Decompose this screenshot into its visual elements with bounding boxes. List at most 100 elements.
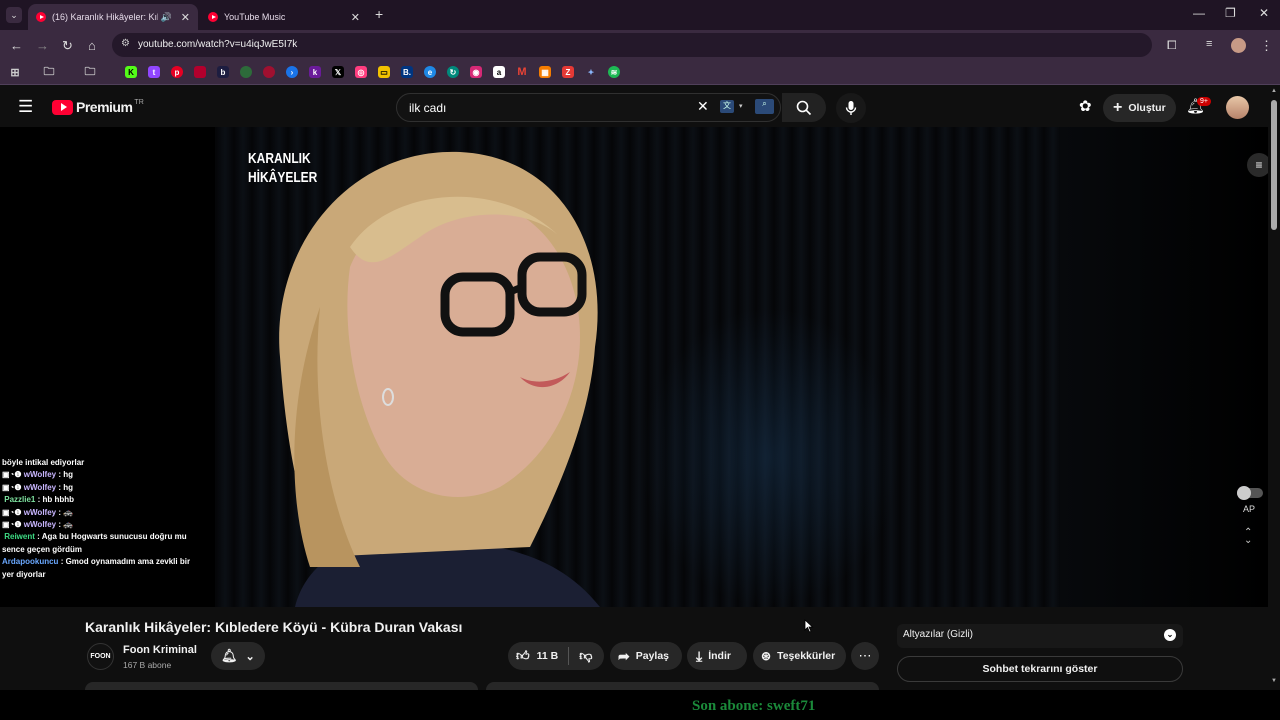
video-player[interactable]: KARANLIK HİKÂYELER böyle intikal ediyorl… xyxy=(0,127,1268,607)
download-icon: ⤓ xyxy=(696,647,703,664)
channel-avatar[interactable]: FOON xyxy=(87,643,114,670)
reload-icon[interactable]: ↻ xyxy=(62,38,73,54)
extensions-icon[interactable]: ⧠ xyxy=(1167,38,1177,53)
tab-youtube-video[interactable]: (16) Karanlık Hikâyeler: Kıbled 🔊 ✕ xyxy=(28,4,198,30)
back-icon[interactable]: ← xyxy=(10,38,23,53)
audio-playing-icon[interactable]: 🔊 xyxy=(161,12,172,23)
chapters-menu-button[interactable]: ≡ xyxy=(1247,153,1268,177)
crimson-bookmark-icon[interactable] xyxy=(263,66,275,78)
voice-search-button[interactable] xyxy=(836,93,866,123)
chat-replay-label: Sohbet tekrarını göster xyxy=(982,663,1098,675)
youtube-create-sparkle-icon[interactable]: ✿ xyxy=(1079,97,1092,115)
scroll-down-icon[interactable]: ▼ xyxy=(1271,678,1277,684)
gmail-bookmark-icon[interactable]: M xyxy=(516,66,528,78)
scroll-thumb[interactable] xyxy=(1271,100,1277,230)
clear-search-icon[interactable]: ✕ xyxy=(697,98,709,115)
channel-name[interactable]: Foon Kriminal xyxy=(123,644,197,656)
window-close-icon[interactable]: ✕ xyxy=(1259,6,1269,20)
bookmark-folder-icon[interactable]: 🗀 xyxy=(43,66,55,78)
search-button[interactable] xyxy=(782,93,826,122)
tab-close-icon[interactable]: ✕ xyxy=(181,11,190,24)
autoplay-label: AP xyxy=(1243,504,1256,514)
forward-icon[interactable]: → xyxy=(36,38,49,53)
tab-search-button[interactable]: ⌄ xyxy=(6,7,22,23)
dislike-button[interactable]: 👎︎ xyxy=(569,648,592,664)
green-bookmark-icon[interactable] xyxy=(240,66,252,78)
home-icon[interactable]: ⌂ xyxy=(88,38,96,53)
x-bookmark-icon[interactable]: 𝕏 xyxy=(332,66,344,78)
apps-grid-icon[interactable]: ⊞ xyxy=(9,66,21,79)
profile-avatar[interactable] xyxy=(1231,38,1246,53)
chat-message: böyle intikal ediyorlar xyxy=(2,458,85,467)
account-avatar[interactable] xyxy=(1226,96,1249,119)
plus-icon: + xyxy=(1113,99,1123,116)
pinterest-bookmark-icon[interactable]: p xyxy=(171,66,183,78)
thumbs-up-icon: 👍︎ xyxy=(516,648,530,663)
chat-message: ▣◔❶ wWolfey : hg xyxy=(2,470,74,480)
bookmark-folder-icon[interactable]: 🗀 xyxy=(84,66,96,78)
autoplay-toggle[interactable] xyxy=(1237,486,1263,500)
share-button[interactable]: ➦ Paylaş xyxy=(610,642,682,670)
mouse-cursor-icon xyxy=(804,619,814,633)
pink-bookmark-icon[interactable]: ◎ xyxy=(355,66,367,78)
restore-icon[interactable]: ❐ xyxy=(1225,6,1236,20)
youtube-play-logo-icon xyxy=(52,99,73,115)
super-thanks-icon: ⊛ xyxy=(761,649,772,663)
amazon-bookmark-icon[interactable]: a xyxy=(493,66,505,78)
youtube-music-favicon-icon xyxy=(208,12,218,22)
tab-close-icon[interactable]: ✕ xyxy=(351,11,360,24)
toggle-knob xyxy=(1237,486,1251,500)
like-dislike-group: 👍︎ 11 B 👎︎ xyxy=(508,642,604,670)
edge-bookmark-icon[interactable]: e xyxy=(424,66,436,78)
chevron-down-icon[interactable]: ⌄ xyxy=(1164,629,1176,641)
logo-text: Premium xyxy=(76,99,133,115)
subtitles-label: Altyazılar (Gizli) xyxy=(903,629,974,640)
share-icon: ➦ xyxy=(618,647,630,664)
twitch-bookmark-icon[interactable]: t xyxy=(148,66,160,78)
page-scrollbar[interactable]: ▲ ▼ xyxy=(1268,86,1280,690)
scroll-up-icon[interactable]: ▲ xyxy=(1271,88,1277,94)
new-tab-icon[interactable]: + xyxy=(375,6,383,22)
thanks-button[interactable]: ⊛ Teşekkürler xyxy=(753,642,846,670)
tab-title: YouTube Music xyxy=(224,12,286,22)
gemini-bookmark-icon[interactable]: ✦ xyxy=(585,66,597,78)
z-bookmark-icon[interactable]: Z xyxy=(562,66,574,78)
like-button[interactable]: 👍︎ 11 B xyxy=(508,647,570,665)
hamburger-menu-icon[interactable]: ☰ xyxy=(18,97,33,117)
booking-bookmark-icon[interactable]: B. xyxy=(401,66,413,78)
create-button[interactable]: + Oluştur xyxy=(1103,94,1176,122)
expand-collapse-icon[interactable]: ⌃ ⌄ xyxy=(1244,528,1252,546)
show-chat-replay-button[interactable]: Sohbet tekrarını göster xyxy=(897,656,1183,682)
download-button[interactable]: ⤓ İndir xyxy=(687,642,747,670)
dropdown-caret-icon[interactable]: ▾ xyxy=(739,102,743,110)
b-bookmark-icon[interactable]: b xyxy=(217,66,229,78)
tab-title: (16) Karanlık Hikâyeler: Kıbled xyxy=(52,12,158,22)
yellow-bookmark-icon[interactable]: ▭ xyxy=(378,66,390,78)
translate-icon[interactable]: 文 xyxy=(720,100,734,113)
more-actions-button[interactable]: ⋯ xyxy=(851,642,879,670)
site-info-icon[interactable]: ⚙ xyxy=(121,38,130,49)
spotify-bookmark-icon[interactable]: ≋ xyxy=(608,66,620,78)
address-field[interactable]: ⚙ youtube.com/watch?v=u4iqJwE5I7k xyxy=(112,33,1152,57)
browser-menu-icon[interactable]: ⋮ xyxy=(1260,38,1273,54)
orange-bookmark-icon[interactable]: ▦ xyxy=(539,66,551,78)
visual-search-icon[interactable]: ⌕ xyxy=(755,99,774,114)
thanks-label: Teşekkürler xyxy=(777,650,836,662)
media-controls-icon[interactable]: ≡ xyxy=(1206,38,1212,50)
minimize-icon[interactable]: — xyxy=(1193,6,1205,20)
k-bookmark-icon[interactable]: k xyxy=(309,66,321,78)
region-code: TR xyxy=(134,98,144,106)
chat-message: Ardapookuncu : Gmod oynamadım ama zevkli… xyxy=(2,557,191,579)
chat-message: Pazzlie1 : hb hbhb xyxy=(4,495,75,505)
subtitles-panel[interactable]: Altyazılar (Gizli) ⌄ xyxy=(897,624,1183,648)
teal-bookmark-icon[interactable]: ↻ xyxy=(447,66,459,78)
blue-bookmark-icon[interactable]: › xyxy=(286,66,298,78)
tab-youtube-music[interactable]: YouTube Music ✕ xyxy=(200,4,368,30)
more-horizontal-icon: ⋯ xyxy=(858,648,872,663)
instagram-bookmark-icon[interactable]: ◉ xyxy=(470,66,482,78)
youtube-logo[interactable]: Premium TR xyxy=(52,99,144,115)
subscription-notification-button[interactable]: 🔔︎ ⌄ xyxy=(211,642,265,670)
kick-bookmark-icon[interactable]: K xyxy=(125,66,137,78)
red-bookmark-icon[interactable] xyxy=(194,66,206,78)
youtube-favicon-icon xyxy=(36,12,46,22)
